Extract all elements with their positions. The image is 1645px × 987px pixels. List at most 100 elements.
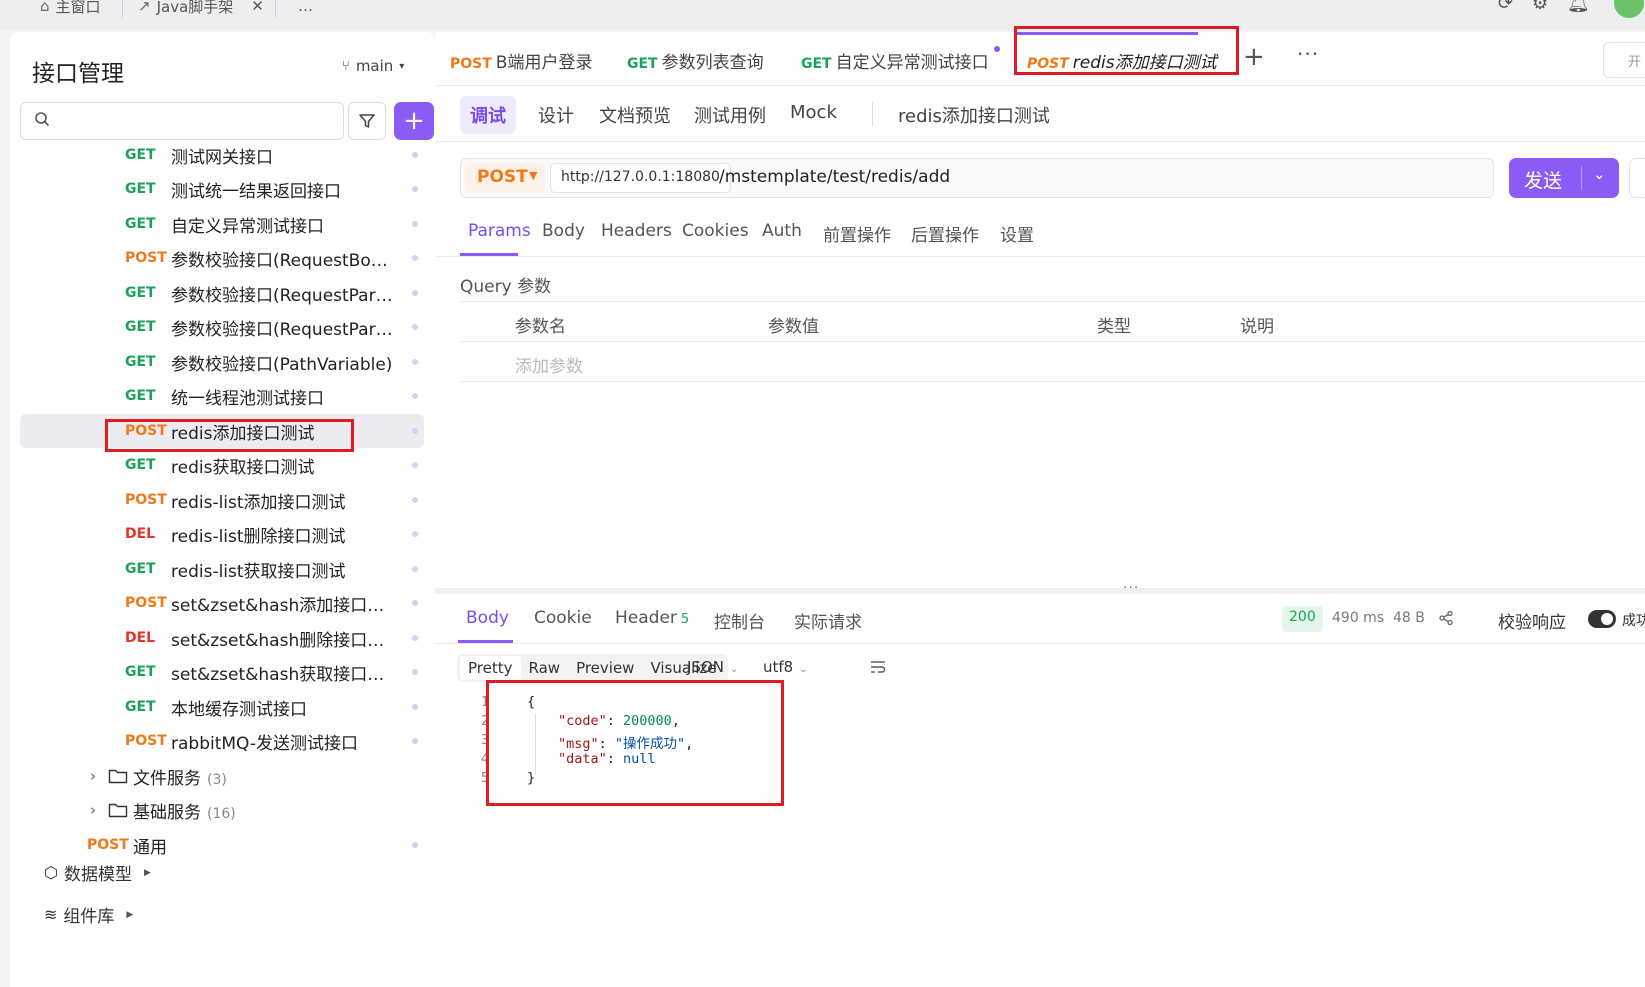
share-icon[interactable]	[1438, 610, 1454, 626]
api-item[interactable]: GET 参数校验接口(RequestPara...	[20, 310, 424, 344]
avatar[interactable]	[1612, 0, 1645, 20]
api-item[interactable]: GET 测试网关接口	[20, 146, 424, 172]
data-model-link[interactable]: ⬡ 数据模型 ▶	[44, 860, 151, 885]
tab-pre-ops[interactable]: 前置操作	[823, 221, 891, 246]
request-tab-active[interactable]: POST redis添加接口测试	[1027, 48, 1217, 73]
url-bar: POST ▼ http://127.0.0.1:18080 /mstemplate…	[460, 158, 1494, 198]
request-tab[interactable]: POST B端用户登录	[450, 48, 592, 73]
tab-debug[interactable]: 调试	[460, 96, 516, 134]
request-tab[interactable]: GET 自定义异常测试接口	[801, 48, 989, 73]
chevron-right-icon: ›	[90, 801, 96, 819]
tab-auth[interactable]: Auth	[762, 221, 802, 241]
api-item[interactable]: POST rabbitMQ-发送测试接口	[20, 724, 424, 758]
tab-post-ops[interactable]: 后置操作	[911, 221, 979, 246]
api-item[interactable]: POST set&zset&hash添加接口测试	[20, 586, 424, 620]
validate-toggle[interactable]	[1588, 610, 1616, 628]
api-title[interactable]: redis添加接口测试	[898, 102, 1050, 128]
column-header: 参数名	[515, 317, 566, 337]
api-item[interactable]: DEL set&zset&hash删除接口测试	[20, 621, 424, 655]
new-tab-button[interactable]: +	[1243, 42, 1265, 72]
count-badge: 5	[680, 612, 690, 627]
external-link-icon: ↗	[138, 0, 151, 15]
more-tabs-button[interactable]: …	[298, 0, 313, 20]
format-raw[interactable]: Raw	[521, 656, 569, 680]
layers-icon: ≋	[44, 905, 58, 924]
folder-icon	[108, 769, 128, 784]
encoding-select[interactable]: utf8 ⌄	[763, 658, 808, 676]
api-item[interactable]: GET 参数校验接口(RequestPara...	[20, 276, 424, 310]
api-item[interactable]: GET set&zset&hash获取接口测试	[20, 655, 424, 689]
window-tab-main[interactable]: ⌂ 主窗口	[40, 0, 101, 20]
tab-response-header[interactable]: Header 5	[615, 608, 689, 628]
status-dot	[412, 152, 418, 158]
folder-base-service[interactable]: › 基础服务 (16)	[20, 793, 424, 827]
refresh-icon[interactable]: ⟳	[1498, 0, 1513, 14]
folder-file-service[interactable]: › 文件服务 (3)	[20, 759, 424, 793]
api-item-general[interactable]: POST 通用	[20, 828, 424, 862]
column-header: 类型	[1097, 317, 1131, 337]
chevron-down-icon: ⌄	[729, 664, 739, 675]
save-button[interactable]	[1629, 158, 1645, 198]
api-item[interactable]: GET 自定义异常测试接口	[20, 207, 424, 241]
column-header: 参数值	[768, 317, 819, 337]
filter-button[interactable]	[348, 102, 386, 140]
content-type-select[interactable]: JSON ⌄	[687, 658, 738, 676]
tab-design[interactable]: 设计	[538, 102, 574, 128]
wrap-lines-icon[interactable]	[870, 660, 886, 674]
gear-icon[interactable]: ⚙	[1532, 0, 1548, 14]
api-item[interactable]: GET redis获取接口测试	[20, 448, 424, 482]
api-item[interactable]: GET 本地缓存测试接口	[20, 690, 424, 724]
tab-mock[interactable]: Mock	[790, 102, 837, 123]
tab-headers[interactable]: Headers	[601, 221, 672, 241]
search-box	[20, 102, 344, 140]
sidebar: 接口管理 ⑂ main ▾ + GET 测试网关接口 GET 测试统一结果返回接口 …	[10, 32, 435, 987]
status-dot	[412, 704, 418, 710]
window-tab-project[interactable]: ↗ Java脚手架 ✕	[138, 0, 264, 20]
api-item[interactable]: DEL redis-list删除接口测试	[20, 517, 424, 551]
tab-doc-preview[interactable]: 文档预览	[599, 102, 671, 128]
tab-params[interactable]: Params	[468, 221, 531, 241]
api-item[interactable]: GET 参数校验接口(PathVariable)	[20, 345, 424, 379]
url-path-input[interactable]: /mstemplate/test/redis/add	[719, 167, 950, 187]
api-item[interactable]: GET 测试统一结果返回接口	[20, 172, 424, 206]
status-dot	[412, 290, 418, 296]
component-lib-link[interactable]: ≋ 组件库 ▶	[44, 902, 133, 927]
format-pretty[interactable]: Pretty	[460, 656, 521, 680]
tab-response-cookie[interactable]: Cookie	[534, 608, 592, 628]
add-api-button[interactable]: +	[394, 102, 434, 140]
sub-tab-bar: 调试 设计 文档预览 测试用例 Mock redis添加接口测试	[435, 86, 1645, 142]
status-dot	[412, 221, 418, 227]
window-tab-bar: ⌂ 主窗口 ↗ Java脚手架 ✕ … ⟳ ⚙ 🔔︎	[0, 0, 1645, 30]
close-icon[interactable]: ✕	[251, 0, 264, 15]
tab-console[interactable]: 控制台	[714, 608, 765, 633]
chevron-down-icon[interactable]: ⌄	[1593, 165, 1606, 183]
code-line: "msg": "操作成功",	[558, 736, 694, 752]
add-param-row[interactable]: 添加参数	[460, 342, 1645, 382]
api-item[interactable]: GET 统一线程池测试接口	[20, 379, 424, 413]
api-item[interactable]: POST 参数校验接口(RequestBody)	[20, 241, 424, 275]
base-url[interactable]: http://127.0.0.1:18080	[550, 163, 731, 193]
tab-body[interactable]: Body	[542, 221, 585, 241]
chevron-down-icon: ▾	[399, 60, 405, 72]
request-tab[interactable]: GET 参数列表查询	[627, 48, 764, 73]
more-icon[interactable]: ···	[1297, 42, 1319, 66]
status-dot	[412, 842, 418, 848]
cube-icon: ⬡	[44, 863, 58, 882]
tab-response-body[interactable]: Body	[466, 608, 509, 628]
branch-icon: ⑂	[342, 58, 350, 74]
code-line: "data": null	[558, 751, 656, 767]
method-select[interactable]: POST ▼	[465, 163, 545, 193]
env-selector[interactable]: 开	[1603, 42, 1645, 78]
send-button[interactable]: 发送 ⌄	[1509, 158, 1619, 198]
api-item-selected[interactable]: POST redis添加接口测试	[20, 414, 424, 448]
api-item[interactable]: POST redis-list添加接口测试	[20, 483, 424, 517]
tab-settings[interactable]: 设置	[1000, 221, 1034, 246]
search-input[interactable]	[61, 109, 331, 133]
tab-actual-request[interactable]: 实际请求	[794, 608, 862, 633]
branch-selector[interactable]: ⑂ main ▾	[342, 57, 404, 75]
api-item[interactable]: GET redis-list获取接口测试	[20, 552, 424, 586]
format-preview[interactable]: Preview	[568, 656, 642, 680]
tab-cookies[interactable]: Cookies	[682, 221, 749, 241]
tab-test-cases[interactable]: 测试用例	[694, 102, 766, 128]
bell-icon[interactable]: 🔔︎	[1567, 0, 1590, 14]
